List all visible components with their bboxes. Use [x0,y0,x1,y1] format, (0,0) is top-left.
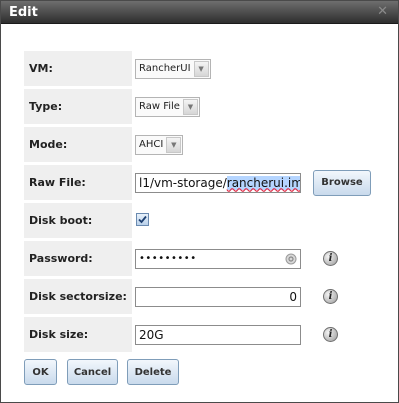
dialog-title: Edit [9,5,38,20]
close-icon[interactable]: ✕ [377,4,388,19]
ok-button[interactable]: OK [24,359,57,385]
disk-size-label: Disk size: [24,317,132,355]
form-row-type: Type: Raw File ▼ [24,89,376,127]
disk-size-value: 20G [139,327,164,342]
form-row-disk-sectorsize: Disk sectorsize: 0 i [24,279,376,317]
form-row-vm: VM: RancherUI ▼ [24,51,376,89]
form-row-mode: Mode: AHCI ▼ [24,127,376,165]
edit-form: VM: RancherUI ▼ Type: Raw File ▼ Mode: A… [24,51,376,355]
delete-button[interactable]: Delete [127,359,179,385]
raw-file-path-selected: rancherui.img [226,175,300,190]
mode-label: Mode: [24,127,132,165]
disk-boot-label: Disk boot: [24,203,132,241]
form-row-password: Password: ••••••••• i [24,241,376,279]
password-info-icon[interactable]: i [323,251,338,266]
mode-select[interactable]: AHCI ▼ [135,134,184,155]
disk-sectorsize-input[interactable]: 0 [135,286,301,307]
disk-boot-checkbox[interactable] [136,213,149,226]
vm-select-value: RancherUI [139,63,191,74]
disk-size-info-icon[interactable]: i [323,327,338,342]
disk-size-input[interactable]: 20G [135,324,301,345]
raw-file-input[interactable]: l1/vm-storage/rancherui.img [135,172,301,193]
form-row-raw-file: Raw File: l1/vm-storage/rancherui.img Br… [24,165,376,203]
form-row-disk-size: Disk size: 20G i [24,317,376,355]
chevron-down-icon[interactable]: ▼ [193,60,209,77]
chevron-down-icon[interactable]: ▼ [166,136,182,153]
disk-sectorsize-label: Disk sectorsize: [24,279,132,317]
dialog-titlebar[interactable]: Edit ✕ [1,1,398,24]
disk-sectorsize-value: 0 [289,289,297,304]
raw-file-label: Raw File: [24,165,132,203]
chevron-down-icon[interactable]: ▼ [182,98,198,115]
password-field[interactable]: ••••••••• [135,248,301,269]
key-icon[interactable] [285,253,297,265]
vm-label: VM: [24,51,132,89]
cancel-button[interactable]: Cancel [67,359,118,385]
password-value: ••••••••• [139,253,197,264]
type-select[interactable]: Raw File ▼ [135,96,200,117]
mode-select-value: AHCI [139,139,164,150]
raw-file-path-prefix: l1/vm-storage/ [139,175,227,190]
check-icon [138,215,147,224]
disk-sectorsize-info-icon[interactable]: i [323,289,338,304]
edit-dialog: Edit ✕ VM: RancherUI ▼ Type: Raw File ▼ … [0,0,399,403]
vm-select[interactable]: RancherUI ▼ [135,58,211,79]
password-label: Password: [24,241,132,279]
type-label: Type: [24,89,132,127]
browse-button[interactable]: Browse [313,169,371,196]
form-row-disk-boot: Disk boot: [24,203,376,241]
type-select-value: Raw File [139,101,180,112]
